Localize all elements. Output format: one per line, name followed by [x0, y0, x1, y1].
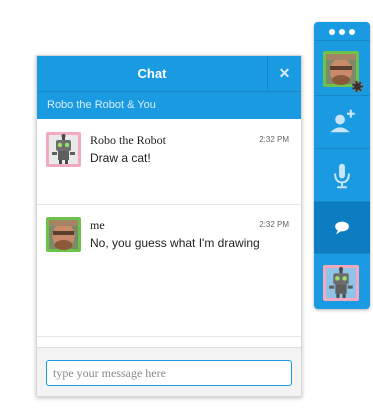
add-user-icon	[330, 109, 355, 133]
user-avatar-icon	[46, 217, 81, 252]
close-button[interactable]: ✕	[267, 56, 301, 91]
message-list: Robo the Robot 2:32 PM Draw a cat! me 2:…	[37, 119, 301, 356]
message-input-area	[37, 347, 301, 396]
message-text: No, you guess what I'm drawing	[90, 236, 260, 250]
chat-title: Chat	[137, 66, 167, 81]
message-item: me 2:32 PM No, you guess what I'm drawin…	[37, 205, 301, 337]
side-panel	[314, 22, 370, 309]
chat-button[interactable]	[314, 201, 370, 253]
robot-avatar-icon	[323, 265, 359, 301]
message-time: 2:32 PM	[259, 135, 289, 144]
microphone-icon	[334, 163, 350, 189]
chat-participants: Robo the Robot & You	[37, 91, 301, 119]
message-time: 2:32 PM	[259, 220, 289, 229]
message-item: Robo the Robot 2:32 PM Draw a cat!	[37, 119, 301, 205]
robot-avatar-icon	[46, 132, 81, 167]
message-text: Draw a cat!	[90, 151, 151, 165]
settings-gear-icon[interactable]	[352, 81, 363, 92]
chat-bubble-icon	[335, 221, 349, 235]
message-sender: me	[90, 218, 105, 232]
close-icon: ✕	[278, 65, 291, 81]
panel-robot-contact[interactable]	[314, 253, 370, 309]
chat-window: Chat ✕ Robo the Robot & You Robo the Rob…	[36, 55, 302, 397]
message-sender: Robo the Robot	[90, 133, 167, 147]
microphone-button[interactable]	[314, 148, 370, 201]
chat-header: Chat ✕	[37, 56, 301, 91]
message-input[interactable]	[46, 360, 292, 386]
panel-user-profile[interactable]	[314, 40, 370, 95]
add-user-button[interactable]	[314, 95, 370, 148]
more-dots-icon[interactable]	[314, 22, 370, 40]
